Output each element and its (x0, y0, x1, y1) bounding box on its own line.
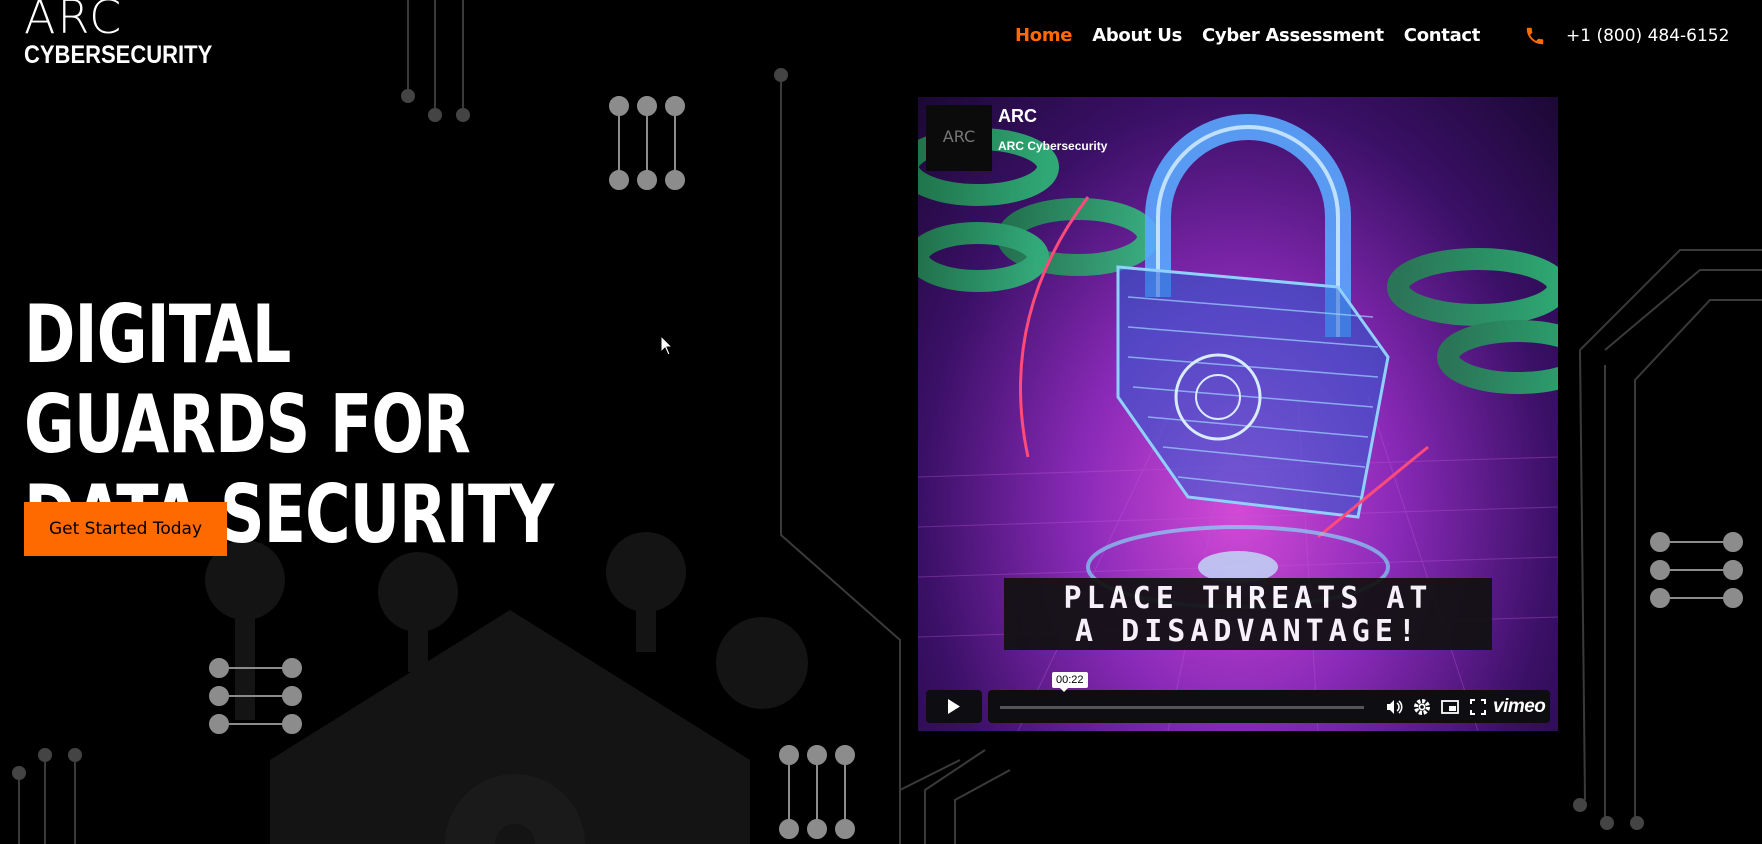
nav-home[interactable]: Home (1015, 22, 1073, 50)
picture-in-picture-icon (1441, 700, 1459, 714)
logo-cybersecurity-text: CYBERSECURITY (24, 40, 213, 69)
hero-title-line1: DIGITAL GUARDS FOR (24, 288, 471, 471)
video-control-bar: 00:22 vimeo (988, 672, 1550, 723)
gear-icon (1414, 699, 1430, 715)
main-nav: Home About Us Cyber Assessment Contact (1015, 22, 1480, 50)
caption-line2: A DISADVANTAGE! (1075, 614, 1421, 649)
play-icon (948, 699, 960, 714)
fullscreen-icon (1470, 699, 1486, 715)
progress-track[interactable] (1000, 706, 1364, 709)
caption-line1: PLACE THREATS AT (1063, 581, 1433, 616)
svg-text:ARC: ARC (943, 127, 975, 146)
mouse-cursor-icon (660, 335, 674, 356)
volume-icon (1387, 700, 1403, 714)
video-author[interactable]: ARC Cybersecurity (998, 139, 1107, 153)
fullscreen-button[interactable] (1468, 697, 1488, 717)
time-tooltip: 00:22 (1052, 672, 1088, 692)
play-button[interactable] (926, 690, 982, 723)
get-started-button[interactable]: Get Started Today (24, 502, 227, 556)
phone-number: +1 (800) 484-6152 (1566, 26, 1730, 46)
channel-avatar[interactable]: ARC (926, 105, 992, 171)
nav-about-us[interactable]: About Us (1092, 22, 1182, 50)
vimeo-logo[interactable]: vimeo (1493, 696, 1546, 718)
nav-contact[interactable]: Contact (1404, 22, 1481, 50)
video-player[interactable]: ARC ARC ARC Cybersecurity PLACE THREATS … (918, 97, 1558, 731)
video-title[interactable]: ARC (998, 106, 1037, 127)
video-caption: PLACE THREATS AT A DISADVANTAGE! (1004, 578, 1492, 650)
phone-icon (1526, 27, 1544, 45)
settings-button[interactable] (1412, 697, 1432, 717)
logo-arc-text: ARC (24, 0, 124, 44)
picture-in-picture-button[interactable] (1440, 697, 1460, 717)
video-controls: 00:22 vimeo (926, 672, 1550, 723)
header-phone[interactable]: +1 (800) 484-6152 (1524, 22, 1729, 50)
nav-cyber-assessment[interactable]: Cyber Assessment (1202, 22, 1384, 50)
brand-logo[interactable]: ARC CYBERSECURITY (24, 0, 212, 69)
volume-button[interactable] (1384, 697, 1404, 717)
